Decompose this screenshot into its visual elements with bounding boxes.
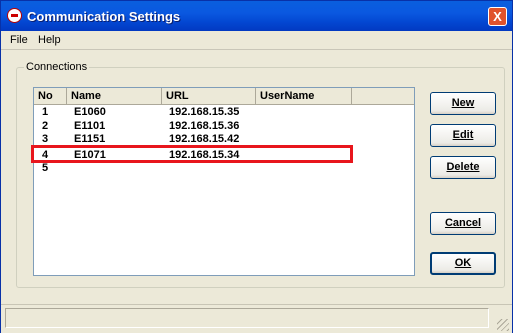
row-highlight-annotation — [31, 145, 353, 163]
cell-url: 192.168.15.35 — [169, 106, 240, 118]
menu-file[interactable]: File — [10, 34, 28, 46]
cell-name — [70, 162, 74, 175]
table-row[interactable]: 5 — [34, 162, 414, 175]
connections-list[interactable]: No Name URL UserName 1 E1060 192.168.15.… — [33, 87, 415, 276]
column-header-filler — [352, 88, 414, 104]
menu-bar: File Help — [1, 31, 512, 50]
menu-help[interactable]: Help — [38, 34, 61, 46]
ok-button[interactable]: OK — [430, 252, 496, 275]
close-button[interactable]: X — [488, 7, 507, 26]
status-bar — [1, 304, 512, 333]
communication-settings-window: Communication Settings X File Help Conne… — [0, 0, 513, 333]
cell-name: E1101 — [74, 120, 106, 132]
resize-grip-icon[interactable] — [497, 319, 509, 331]
cell-username — [259, 106, 263, 119]
cancel-button[interactable]: Cancel — [430, 212, 496, 235]
connections-group-label: Connections — [24, 61, 90, 73]
cell-username — [259, 162, 263, 175]
cell-username — [259, 120, 263, 133]
cell-url: 192.168.15.36 — [169, 120, 240, 132]
column-header-name[interactable]: Name — [67, 88, 162, 104]
status-pane — [5, 308, 489, 328]
cell-no: 1 — [42, 106, 49, 118]
column-header-username[interactable]: UserName — [256, 88, 352, 104]
window-title: Communication Settings — [27, 9, 181, 24]
edit-button[interactable]: Edit — [430, 124, 496, 147]
cell-url — [165, 162, 169, 175]
cell-no: 5 — [42, 162, 49, 174]
delete-button[interactable]: Delete — [430, 156, 496, 179]
table-row[interactable]: 2 E1101 192.168.15.36 — [34, 120, 414, 133]
column-header-url[interactable]: URL — [162, 88, 256, 104]
cell-no: 2 — [42, 120, 49, 132]
cell-name: E1060 — [74, 106, 106, 118]
column-header-no[interactable]: No — [34, 88, 67, 104]
new-button[interactable]: New — [430, 92, 496, 115]
table-row[interactable]: 1 E1060 192.168.15.35 — [34, 106, 414, 119]
title-bar[interactable]: Communication Settings X — [1, 1, 512, 31]
app-icon — [7, 8, 22, 23]
list-header: No Name URL UserName — [34, 88, 414, 105]
